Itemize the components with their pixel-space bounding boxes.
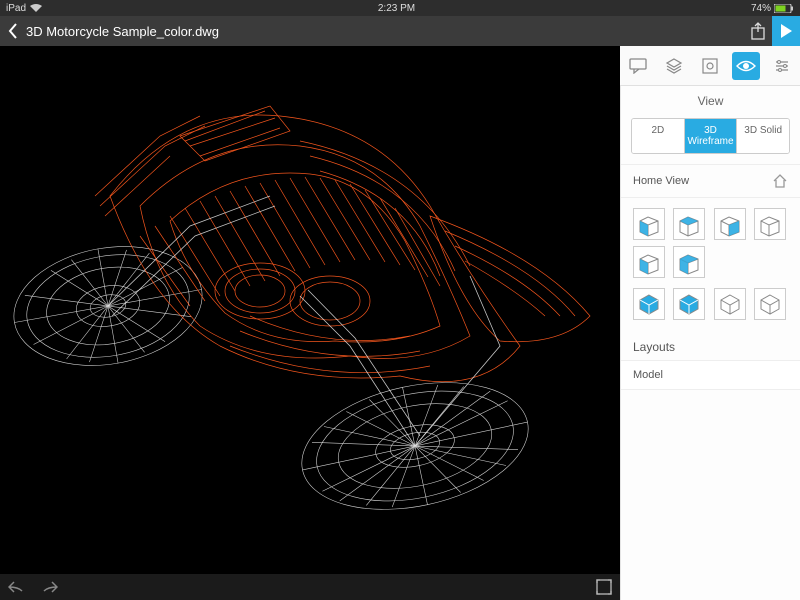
iso-views-grid (621, 288, 800, 330)
view-back[interactable] (754, 208, 786, 240)
device-label: iPad (6, 3, 26, 14)
iso-ne[interactable] (714, 288, 746, 320)
app-titlebar: 3D Motorcycle Sample_color.dwg (0, 16, 800, 46)
iso-se[interactable] (673, 288, 705, 320)
home-view-label: Home View (633, 175, 689, 187)
clock: 2:23 PM (42, 3, 751, 14)
battery-icon (774, 4, 794, 13)
viewport-footer (0, 574, 620, 600)
fullscreen-button[interactable] (596, 579, 612, 595)
home-icon (772, 173, 788, 189)
view-panel: View 2D 3D Wireframe 3D Solid Home View (620, 86, 800, 600)
view-right[interactable] (714, 208, 746, 240)
document-title: 3D Motorcycle Sample_color.dwg (26, 24, 219, 39)
settings-icon[interactable] (768, 52, 796, 80)
view-mode-2d[interactable]: 2D (632, 119, 684, 153)
view-icon[interactable] (732, 52, 760, 80)
iso-sw[interactable] (633, 288, 665, 320)
ios-status-bar: iPad 2:23 PM 74% (0, 0, 800, 16)
view-mode-3d-wireframe[interactable]: 3D Wireframe (684, 119, 737, 153)
panel-title: View (621, 86, 800, 118)
view-mode-3d-solid[interactable]: 3D Solid (736, 119, 789, 153)
layouts-label: Layouts (621, 330, 800, 360)
wifi-icon (30, 4, 42, 12)
layers-icon[interactable] (660, 52, 688, 80)
present-button[interactable] (772, 16, 800, 46)
view-left[interactable] (633, 246, 665, 278)
tool-rail (620, 46, 800, 86)
properties-icon[interactable] (696, 52, 724, 80)
layout-model[interactable]: Model (621, 360, 800, 390)
viewport-3d[interactable] (0, 46, 620, 600)
iso-nw[interactable] (754, 288, 786, 320)
comment-icon[interactable] (624, 52, 652, 80)
battery-percent: 74% (751, 3, 771, 14)
undo-button[interactable] (8, 580, 26, 594)
view-top[interactable] (673, 208, 705, 240)
home-view-row[interactable]: Home View (621, 164, 800, 198)
share-button[interactable] (744, 16, 772, 46)
back-button[interactable] (0, 23, 26, 39)
redo-button[interactable] (40, 580, 58, 594)
view-front[interactable] (633, 208, 665, 240)
view-mode-segmented: 2D 3D Wireframe 3D Solid (631, 118, 790, 154)
face-views-grid (621, 198, 800, 288)
view-bottom[interactable] (673, 246, 705, 278)
